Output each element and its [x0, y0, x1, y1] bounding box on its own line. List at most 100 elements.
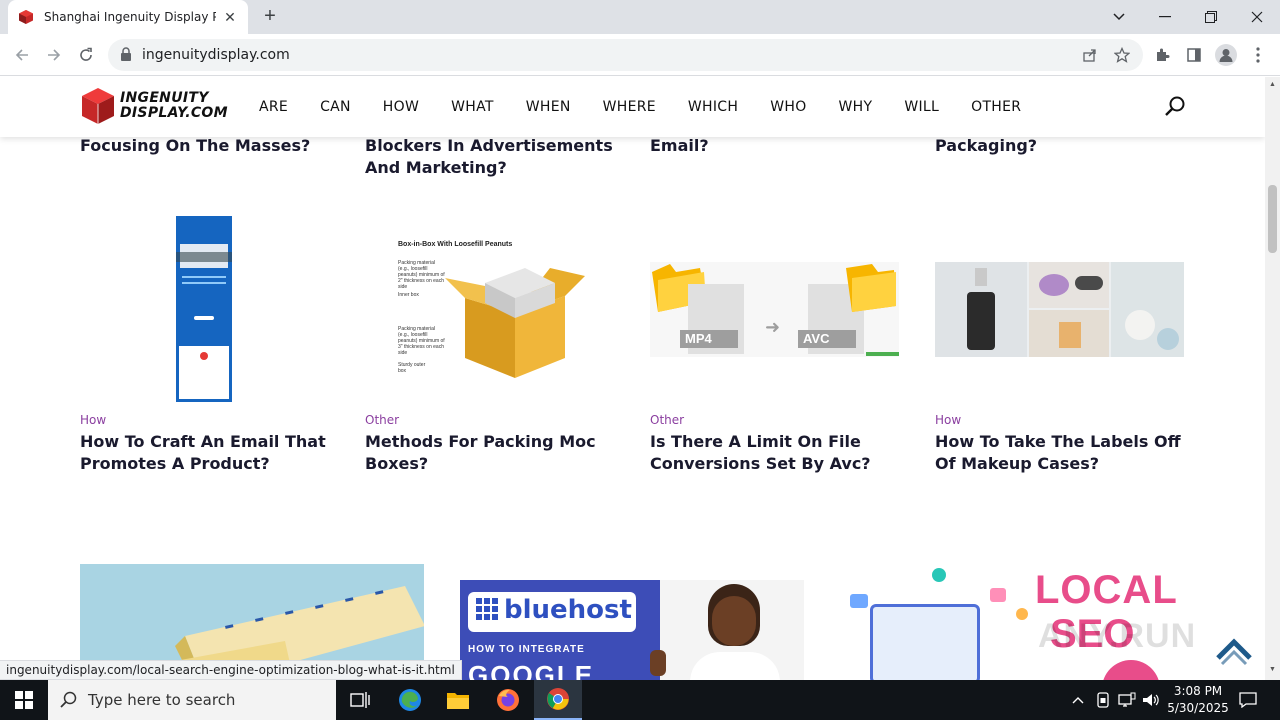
- file-type-label: AVC: [798, 330, 856, 348]
- site-favicon-icon: [19, 10, 33, 24]
- chrome-taskbar-icon[interactable]: [534, 680, 582, 720]
- post-category[interactable]: Other: [650, 413, 900, 427]
- cardboard-box-icon: [445, 268, 585, 378]
- browser-tab[interactable]: Shanghai Ingenuity Display Prod ✕: [8, 0, 248, 34]
- post-card[interactable]: Email?: [650, 135, 900, 157]
- task-view-icon[interactable]: [336, 680, 384, 720]
- back-arrow-icon[interactable]: [8, 41, 36, 69]
- page-scrollbar[interactable]: ▲ ▼: [1265, 77, 1280, 680]
- post-title[interactable]: Methods For Packing Moc Boxes?: [365, 431, 615, 475]
- search-icon: [60, 691, 77, 708]
- side-panel-icon[interactable]: [1180, 41, 1208, 69]
- nav-item-are[interactable]: ARE: [259, 99, 288, 115]
- forward-arrow-icon[interactable]: [40, 41, 68, 69]
- post-card[interactable]: Packaging?: [935, 135, 1185, 157]
- windows-logo-icon: [15, 691, 33, 709]
- taskbar-search-box[interactable]: Type here to search: [48, 680, 336, 720]
- taskbar-search-placeholder: Type here to search: [88, 691, 236, 709]
- bluehost-logo-icon: [476, 598, 498, 620]
- post-title[interactable]: Packaging?: [935, 135, 1185, 157]
- logo-line-1: INGENUITY: [120, 90, 209, 106]
- post-title[interactable]: How To Craft An Email That Promotes A Pr…: [80, 431, 330, 475]
- post-card[interactable]: Focusing On The Masses?: [80, 135, 330, 157]
- file-type-label: MP4: [680, 330, 738, 348]
- network-icon[interactable]: [1117, 690, 1137, 710]
- lock-icon: [121, 47, 131, 61]
- post-title[interactable]: How To Take The Labels Off Of Makeup Cas…: [935, 431, 1185, 475]
- windows-taskbar: Type here to search 3:08 PM 5/30/2025: [0, 680, 1280, 720]
- watermark-logo: ANY.RUN: [1038, 617, 1197, 655]
- post-thumbnail[interactable]: Box-in-Box With Loosefill Peanuts Packin…: [365, 240, 614, 380]
- post-title[interactable]: Email?: [650, 135, 900, 157]
- site-logo[interactable]: INGENUITY DISPLAY.COM: [80, 86, 228, 126]
- post-category[interactable]: How: [935, 413, 1185, 427]
- url-text: ingenuitydisplay.com: [142, 47, 290, 63]
- firefox-icon[interactable]: [484, 680, 532, 720]
- volume-icon[interactable]: [1141, 690, 1161, 710]
- post-thumbnail[interactable]: MP4 ➜ AVC: [650, 262, 899, 357]
- new-tab-button[interactable]: +: [258, 5, 282, 29]
- cube-logo-icon: [82, 88, 114, 124]
- edge-browser-icon[interactable]: [386, 680, 434, 720]
- scroll-up-arrow-icon[interactable]: ▲: [1269, 81, 1276, 88]
- thumb-caption: LOCAL: [1035, 568, 1178, 612]
- nav-item-how[interactable]: HOW: [383, 99, 419, 115]
- nav-item-will[interactable]: WILL: [904, 99, 939, 115]
- post-category[interactable]: Other: [365, 413, 615, 427]
- post-title[interactable]: Blockers In Advertisements And Marketing…: [365, 135, 615, 179]
- search-icon[interactable]: [1163, 95, 1187, 119]
- tab-search-chevron-icon[interactable]: [1096, 0, 1142, 34]
- nav-item-where[interactable]: WHERE: [603, 99, 656, 115]
- close-window-icon[interactable]: [1234, 0, 1280, 34]
- post-title[interactable]: Is There A Limit On File Conversions Set…: [650, 431, 900, 475]
- post-category[interactable]: How: [80, 413, 330, 427]
- main-nav: ARE CAN HOW WHAT WHEN WHERE WHICH WHO WH…: [259, 99, 1053, 115]
- extensions-puzzle-icon[interactable]: [1148, 41, 1176, 69]
- thumb-caption: GOOGLE: [468, 660, 595, 680]
- clock-time: 3:08 PM: [1173, 684, 1223, 698]
- site-header: INGENUITY DISPLAY.COM ARE CAN HOW WHAT W…: [0, 77, 1265, 137]
- post-card[interactable]: Other Methods For Packing Moc Boxes?: [365, 413, 615, 475]
- nav-item-can[interactable]: CAN: [320, 99, 351, 115]
- featured-thumbnail[interactable]: bluehost HOW TO INTEGRATE GOOGLE: [460, 580, 804, 680]
- post-card[interactable]: Other Is There A Limit On File Conversio…: [650, 413, 900, 475]
- page-viewport: Focusing On The Masses? Blockers In Adve…: [0, 77, 1265, 680]
- bookmark-star-icon[interactable]: [1114, 47, 1130, 63]
- post-card[interactable]: How How To Craft An Email That Promotes …: [80, 413, 330, 475]
- nav-item-why[interactable]: WHY: [839, 99, 873, 115]
- post-title[interactable]: Focusing On The Masses?: [80, 135, 330, 157]
- menu-kebab-icon[interactable]: [1244, 41, 1272, 69]
- tab-close-icon[interactable]: ✕: [222, 9, 238, 25]
- chevron-up-tray-icon[interactable]: [1068, 690, 1088, 710]
- thumb-caption: Packing material (e.g., loosefill peanut…: [398, 260, 445, 290]
- nav-item-who[interactable]: WHO: [770, 99, 806, 115]
- file-explorer-icon[interactable]: [434, 680, 482, 720]
- taskbar-clock[interactable]: 3:08 PM 5/30/2025: [1160, 683, 1236, 717]
- device-icon[interactable]: [1093, 690, 1113, 710]
- post-thumbnail[interactable]: [176, 216, 232, 402]
- thumb-caption: bluehost: [504, 595, 632, 625]
- scrollbar-thumb[interactable]: [1268, 185, 1277, 253]
- logo-line-2: DISPLAY.COM: [120, 105, 228, 121]
- tab-strip: Shanghai Ingenuity Display Prod ✕ +: [0, 0, 1280, 34]
- start-button[interactable]: [0, 680, 48, 720]
- reload-icon[interactable]: [72, 41, 100, 69]
- post-card[interactable]: How How To Take The Labels Off Of Makeup…: [935, 413, 1185, 475]
- minimize-icon[interactable]: [1142, 0, 1188, 34]
- link-status-bar: ingenuitydisplay.com/local-search-engine…: [0, 660, 462, 680]
- nav-item-when[interactable]: WHEN: [526, 99, 571, 115]
- scroll-down-arrow-icon[interactable]: ▼: [1269, 666, 1276, 673]
- scroll-to-top-button[interactable]: [1214, 632, 1254, 672]
- thumb-caption: HOW TO INTEGRATE: [468, 644, 585, 655]
- nav-item-other[interactable]: OTHER: [971, 99, 1021, 115]
- nav-item-which[interactable]: WHICH: [688, 99, 738, 115]
- post-thumbnail[interactable]: [935, 262, 1184, 357]
- restore-icon[interactable]: [1188, 0, 1234, 34]
- profile-avatar-icon[interactable]: [1212, 41, 1240, 69]
- address-bar[interactable]: ingenuitydisplay.com: [108, 39, 1143, 71]
- share-icon[interactable]: [1082, 47, 1098, 63]
- nav-item-what[interactable]: WHAT: [451, 99, 494, 115]
- arrow-right-icon: ➜: [765, 317, 781, 337]
- notifications-icon[interactable]: [1238, 690, 1258, 710]
- post-card[interactable]: Blockers In Advertisements And Marketing…: [365, 135, 615, 179]
